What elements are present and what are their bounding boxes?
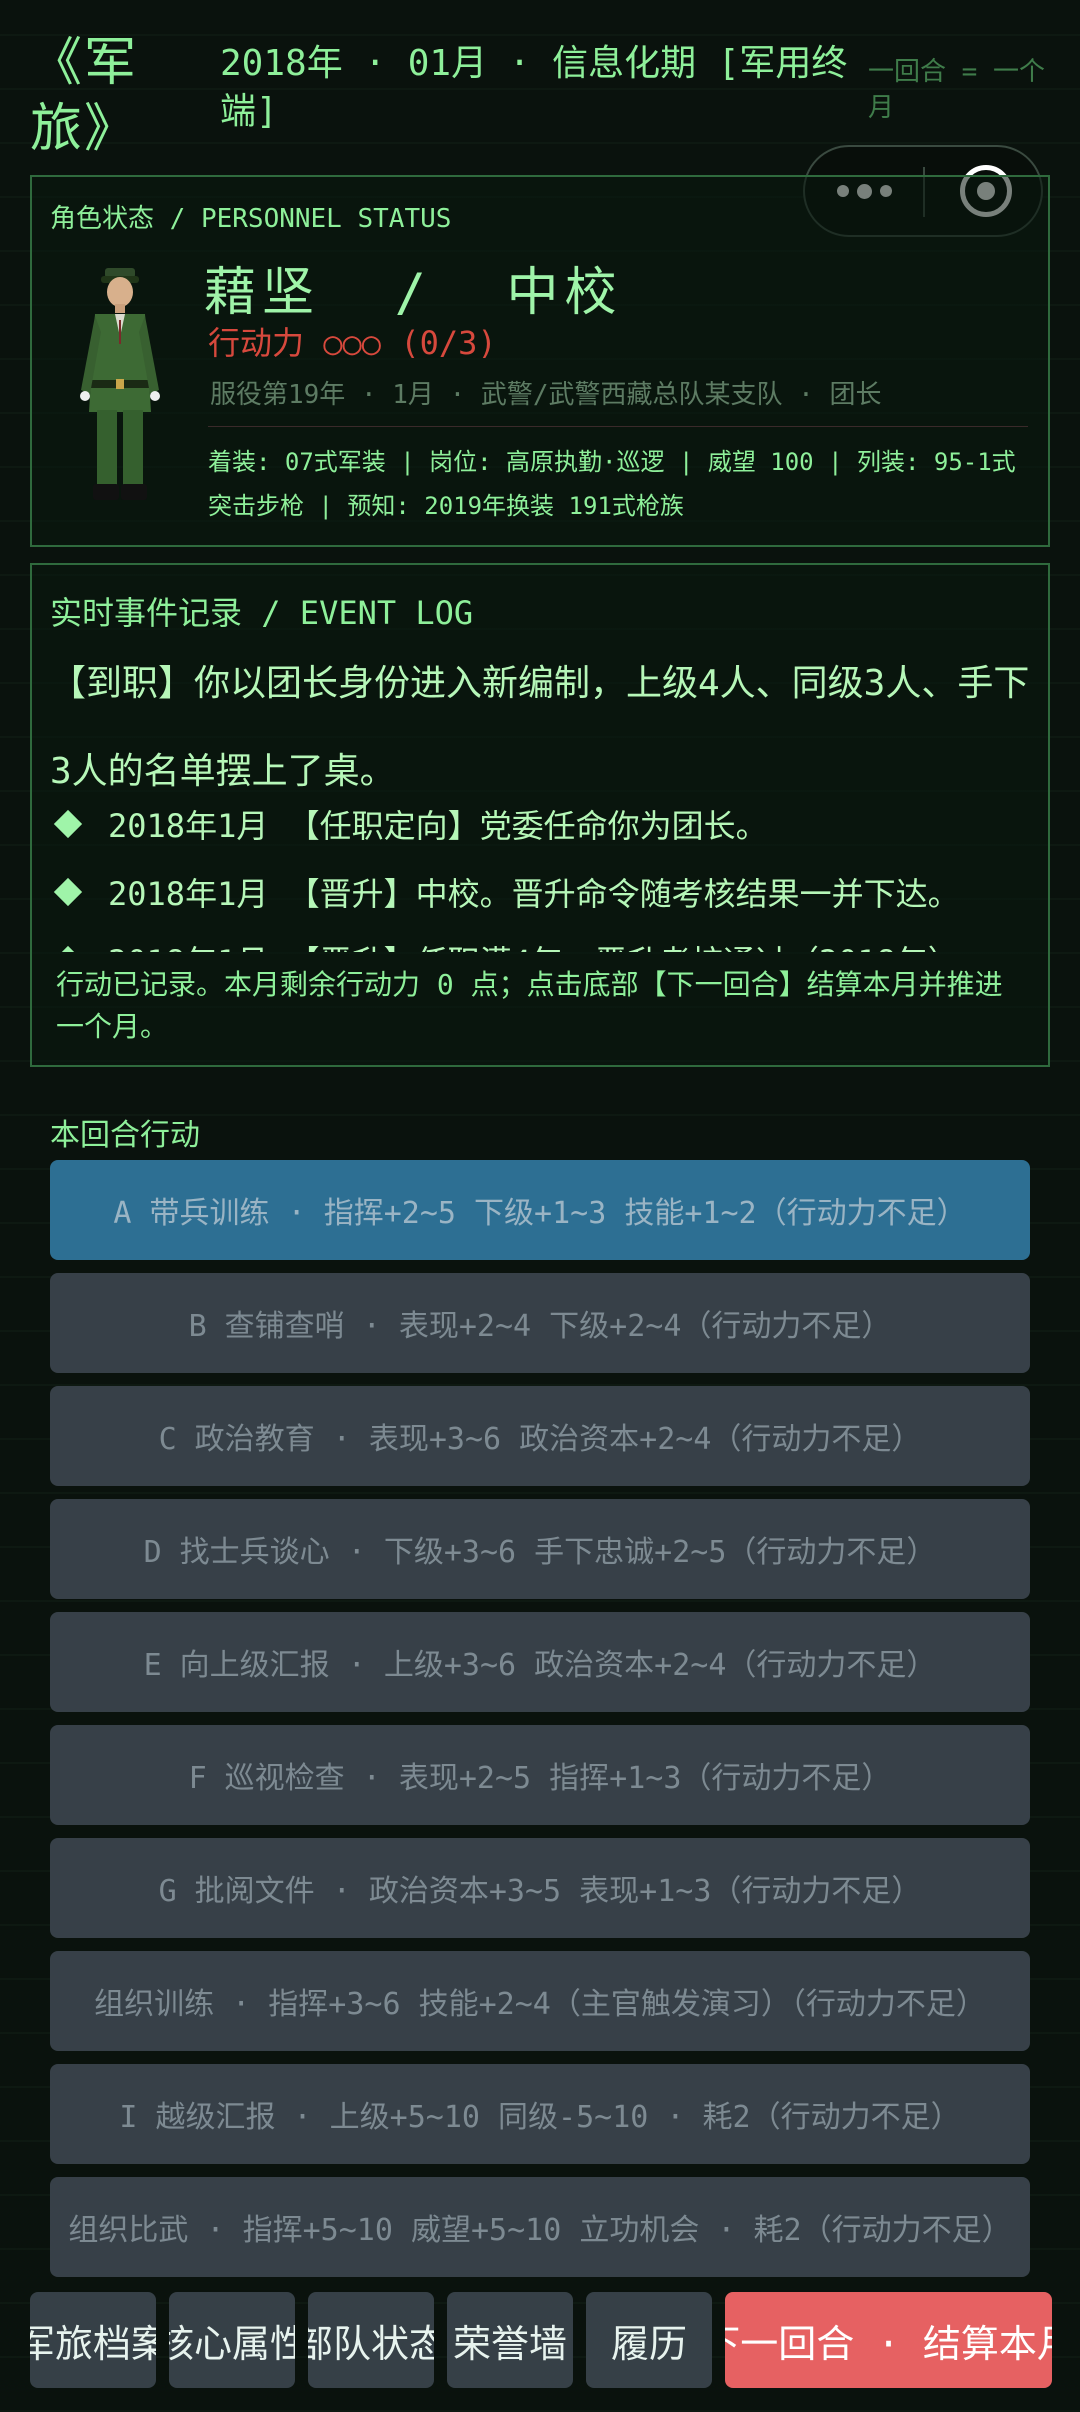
action-button-competition[interactable]: 组织比武 · 指挥+5~10 威望+5~10 立功机会 · 耗2（行动力不足） xyxy=(50,2177,1030,2277)
action-button-c[interactable]: C 政治教育 · 表现+3~6 政治资本+2~4（行动力不足） xyxy=(50,1386,1030,1486)
service-info: 服役第19年 · 1月 · 武警/武警西藏总队某支队 · 团长 xyxy=(210,380,882,410)
status-divider xyxy=(208,426,1028,427)
header-subtitle: 2018年 · 01月 · 信息化期 [军用终端] xyxy=(220,43,848,132)
app-logo: 《军旅》 xyxy=(30,33,139,159)
bottom-nav: 军旅档案 核心属性 部队状态 荣誉墙 履历 下一回合 · 结算本月 xyxy=(30,2292,1052,2388)
log-item: 2018年1月 【晋升】任职满4年，晋升考核通过（2018年）。 xyxy=(50,926,1030,952)
action-button-a[interactable]: A 带兵训练 · 指挥+2~5 下级+1~3 技能+1~2（行动力不足） xyxy=(50,1160,1030,1260)
nav-unit-button[interactable]: 部队状态 xyxy=(308,2292,434,2388)
diamond-icon xyxy=(53,945,83,952)
nav-history-button[interactable]: 履历 xyxy=(586,2292,712,2388)
nav-archive-button[interactable]: 军旅档案 xyxy=(30,2292,156,2388)
log-item: 2018年1月 【任职定向】党委任命你为团长。 xyxy=(50,790,1030,858)
diamond-icon xyxy=(53,877,83,907)
turn-note: 一回合 = 一个月 xyxy=(868,57,1045,123)
nav-attributes-button[interactable]: 核心属性 xyxy=(169,2292,295,2388)
action-button-b[interactable]: B 查铺查哨 · 表现+2~4 下级+2~4（行动力不足） xyxy=(50,1273,1030,1373)
soldier-avatar xyxy=(80,268,160,500)
action-button-f[interactable]: F 巡视检查 · 表现+2~5 指挥+1~3（行动力不足） xyxy=(50,1725,1030,1825)
nav-honor-button[interactable]: 荣誉墙 xyxy=(447,2292,573,2388)
action-button-g[interactable]: G 批阅文件 · 政治资本+3~5 表现+1~3（行动力不足） xyxy=(50,1838,1030,1938)
event-log-note: 行动已记录。本月剩余行动力 0 点；点击底部【下一回合】结算本月并推进一个月。 xyxy=(56,968,1003,1043)
log-item: 2018年1月 【晋升】中校。晋升命令随考核结果一并下达。 xyxy=(50,858,1030,926)
action-button-organize-training[interactable]: 组织训练 · 指挥+3~6 技能+2~4（主官触发演习）（行动力不足） xyxy=(50,1951,1030,2051)
action-list: A 带兵训练 · 指挥+2~5 下级+1~3 技能+1~2（行动力不足） B 查… xyxy=(50,1160,1030,2290)
action-button-d[interactable]: D 找士兵谈心 · 下级+3~6 手下忠诚+2~5（行动力不足） xyxy=(50,1499,1030,1599)
diamond-icon xyxy=(53,809,83,839)
event-log-title: 实时事件记录 / EVENT LOG xyxy=(50,594,474,632)
action-button-e[interactable]: E 向上级汇报 · 上级+3~6 政治资本+2~4（行动力不足） xyxy=(50,1612,1030,1712)
event-log-list[interactable]: 2018年1月 【任职定向】党委任命你为团长。 2018年1月 【晋升】中校。晋… xyxy=(50,790,1030,952)
action-points: 行动力 ○○○ (0/3) xyxy=(208,324,497,362)
next-turn-button[interactable]: 下一回合 · 结算本月 xyxy=(725,2292,1052,2388)
equipment-info: 着装: 07式军装 | 岗位: 高原执勤·巡逻 | 威望 100 | 列装: 9… xyxy=(208,448,1016,520)
actions-title: 本回合行动 xyxy=(50,1118,200,1153)
character-name-rank: 藉坚 / 中校 xyxy=(204,263,623,323)
action-button-i[interactable]: I 越级汇报 · 上级+5~10 同级-5~10 · 耗2（行动力不足） xyxy=(50,2064,1030,2164)
status-title: 角色状态 / PERSONNEL STATUS xyxy=(50,204,452,234)
